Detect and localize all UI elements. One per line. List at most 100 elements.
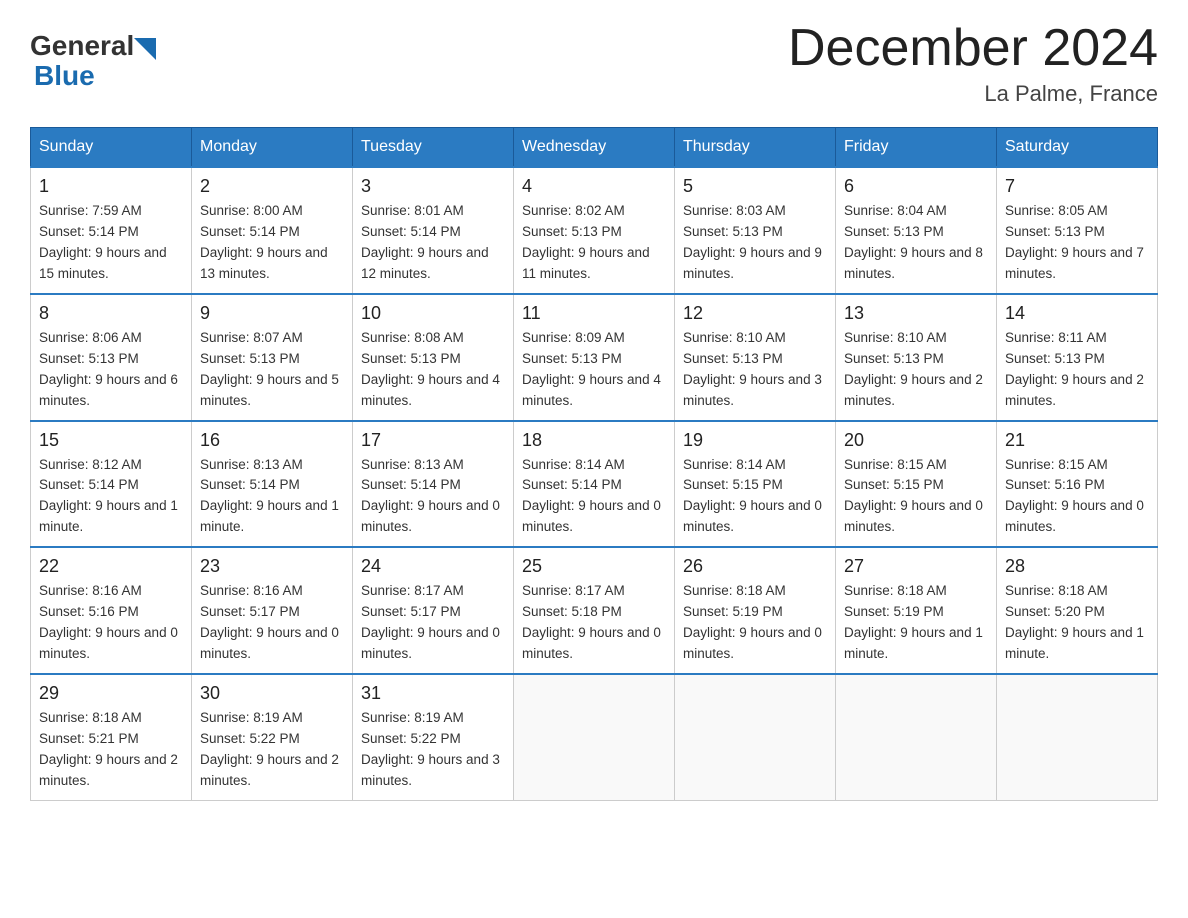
calendar-week-row: 8 Sunrise: 8:06 AM Sunset: 5:13 PM Dayli… xyxy=(31,294,1158,421)
logo: General Blue xyxy=(30,30,156,92)
sunset-label: Sunset: 5:22 PM xyxy=(200,731,300,746)
calendar-day-cell: 21 Sunrise: 8:15 AM Sunset: 5:16 PM Dayl… xyxy=(997,421,1158,548)
day-number: 29 xyxy=(39,683,183,704)
daylight-label: Daylight: 9 hours and 2 minutes. xyxy=(200,752,339,788)
sunset-label: Sunset: 5:13 PM xyxy=(522,224,622,239)
daylight-label: Daylight: 9 hours and 1 minute. xyxy=(1005,625,1144,661)
logo-blue-text: Blue xyxy=(34,60,95,92)
sunrise-label: Sunrise: 8:04 AM xyxy=(844,203,947,218)
calendar-day-cell: 2 Sunrise: 8:00 AM Sunset: 5:14 PM Dayli… xyxy=(192,167,353,294)
sunrise-label: Sunrise: 8:12 AM xyxy=(39,457,142,472)
daylight-label: Daylight: 9 hours and 3 minutes. xyxy=(683,372,822,408)
sunrise-label: Sunrise: 7:59 AM xyxy=(39,203,142,218)
sunrise-label: Sunrise: 8:14 AM xyxy=(522,457,625,472)
daylight-label: Daylight: 9 hours and 0 minutes. xyxy=(361,498,500,534)
sunrise-label: Sunrise: 8:13 AM xyxy=(200,457,303,472)
sunset-label: Sunset: 5:22 PM xyxy=(361,731,461,746)
sunrise-label: Sunrise: 8:13 AM xyxy=(361,457,464,472)
sunset-label: Sunset: 5:16 PM xyxy=(39,604,139,619)
sunset-label: Sunset: 5:14 PM xyxy=(361,477,461,492)
sunrise-label: Sunrise: 8:15 AM xyxy=(1005,457,1108,472)
sunset-label: Sunset: 5:14 PM xyxy=(522,477,622,492)
calendar-day-cell: 15 Sunrise: 8:12 AM Sunset: 5:14 PM Dayl… xyxy=(31,421,192,548)
day-info: Sunrise: 8:11 AM Sunset: 5:13 PM Dayligh… xyxy=(1005,328,1149,412)
day-number: 15 xyxy=(39,430,183,451)
day-number: 4 xyxy=(522,176,666,197)
daylight-label: Daylight: 9 hours and 5 minutes. xyxy=(200,372,339,408)
calendar-day-cell: 6 Sunrise: 8:04 AM Sunset: 5:13 PM Dayli… xyxy=(836,167,997,294)
calendar-day-cell: 8 Sunrise: 8:06 AM Sunset: 5:13 PM Dayli… xyxy=(31,294,192,421)
sunrise-label: Sunrise: 8:17 AM xyxy=(522,583,625,598)
day-number: 30 xyxy=(200,683,344,704)
sunset-label: Sunset: 5:13 PM xyxy=(844,224,944,239)
weekday-header-tuesday: Tuesday xyxy=(353,128,514,168)
day-number: 5 xyxy=(683,176,827,197)
daylight-label: Daylight: 9 hours and 0 minutes. xyxy=(39,625,178,661)
day-info: Sunrise: 8:18 AM Sunset: 5:21 PM Dayligh… xyxy=(39,708,183,792)
weekday-header-friday: Friday xyxy=(836,128,997,168)
calendar-day-cell: 27 Sunrise: 8:18 AM Sunset: 5:19 PM Dayl… xyxy=(836,547,997,674)
sunset-label: Sunset: 5:13 PM xyxy=(1005,351,1105,366)
day-number: 1 xyxy=(39,176,183,197)
main-title: December 2024 xyxy=(788,20,1158,77)
weekday-header-thursday: Thursday xyxy=(675,128,836,168)
day-info: Sunrise: 8:14 AM Sunset: 5:14 PM Dayligh… xyxy=(522,455,666,539)
weekday-header-wednesday: Wednesday xyxy=(514,128,675,168)
daylight-label: Daylight: 9 hours and 0 minutes. xyxy=(683,625,822,661)
sunrise-label: Sunrise: 8:09 AM xyxy=(522,330,625,345)
day-info: Sunrise: 8:07 AM Sunset: 5:13 PM Dayligh… xyxy=(200,328,344,412)
daylight-label: Daylight: 9 hours and 0 minutes. xyxy=(522,498,661,534)
daylight-label: Daylight: 9 hours and 11 minutes. xyxy=(522,245,650,281)
calendar-day-cell: 18 Sunrise: 8:14 AM Sunset: 5:14 PM Dayl… xyxy=(514,421,675,548)
calendar-day-cell: 13 Sunrise: 8:10 AM Sunset: 5:13 PM Dayl… xyxy=(836,294,997,421)
calendar-week-row: 15 Sunrise: 8:12 AM Sunset: 5:14 PM Dayl… xyxy=(31,421,1158,548)
title-block: December 2024 La Palme, France xyxy=(788,20,1158,107)
sunset-label: Sunset: 5:21 PM xyxy=(39,731,139,746)
day-info: Sunrise: 8:18 AM Sunset: 5:19 PM Dayligh… xyxy=(844,581,988,665)
calendar-day-cell: 14 Sunrise: 8:11 AM Sunset: 5:13 PM Dayl… xyxy=(997,294,1158,421)
day-info: Sunrise: 8:09 AM Sunset: 5:13 PM Dayligh… xyxy=(522,328,666,412)
day-info: Sunrise: 8:13 AM Sunset: 5:14 PM Dayligh… xyxy=(361,455,505,539)
calendar-day-cell: 28 Sunrise: 8:18 AM Sunset: 5:20 PM Dayl… xyxy=(997,547,1158,674)
day-info: Sunrise: 8:13 AM Sunset: 5:14 PM Dayligh… xyxy=(200,455,344,539)
daylight-label: Daylight: 9 hours and 0 minutes. xyxy=(200,625,339,661)
calendar-day-cell: 1 Sunrise: 7:59 AM Sunset: 5:14 PM Dayli… xyxy=(31,167,192,294)
daylight-label: Daylight: 9 hours and 15 minutes. xyxy=(39,245,167,281)
sunrise-label: Sunrise: 8:10 AM xyxy=(844,330,947,345)
day-info: Sunrise: 8:05 AM Sunset: 5:13 PM Dayligh… xyxy=(1005,201,1149,285)
day-info: Sunrise: 8:16 AM Sunset: 5:17 PM Dayligh… xyxy=(200,581,344,665)
subtitle: La Palme, France xyxy=(788,81,1158,107)
calendar-day-cell: 9 Sunrise: 8:07 AM Sunset: 5:13 PM Dayli… xyxy=(192,294,353,421)
day-number: 6 xyxy=(844,176,988,197)
day-info: Sunrise: 8:16 AM Sunset: 5:16 PM Dayligh… xyxy=(39,581,183,665)
sunset-label: Sunset: 5:13 PM xyxy=(683,224,783,239)
weekday-header-saturday: Saturday xyxy=(997,128,1158,168)
calendar-day-cell: 31 Sunrise: 8:19 AM Sunset: 5:22 PM Dayl… xyxy=(353,674,514,800)
sunrise-label: Sunrise: 8:17 AM xyxy=(361,583,464,598)
sunset-label: Sunset: 5:15 PM xyxy=(844,477,944,492)
calendar-day-cell: 12 Sunrise: 8:10 AM Sunset: 5:13 PM Dayl… xyxy=(675,294,836,421)
daylight-label: Daylight: 9 hours and 1 minute. xyxy=(200,498,339,534)
sunset-label: Sunset: 5:18 PM xyxy=(522,604,622,619)
calendar-day-cell: 29 Sunrise: 8:18 AM Sunset: 5:21 PM Dayl… xyxy=(31,674,192,800)
sunrise-label: Sunrise: 8:00 AM xyxy=(200,203,303,218)
daylight-label: Daylight: 9 hours and 1 minute. xyxy=(39,498,178,534)
calendar-day-cell: 17 Sunrise: 8:13 AM Sunset: 5:14 PM Dayl… xyxy=(353,421,514,548)
day-info: Sunrise: 8:19 AM Sunset: 5:22 PM Dayligh… xyxy=(361,708,505,792)
day-info: Sunrise: 8:17 AM Sunset: 5:17 PM Dayligh… xyxy=(361,581,505,665)
sunset-label: Sunset: 5:14 PM xyxy=(39,224,139,239)
day-info: Sunrise: 8:08 AM Sunset: 5:13 PM Dayligh… xyxy=(361,328,505,412)
sunrise-label: Sunrise: 8:08 AM xyxy=(361,330,464,345)
day-number: 9 xyxy=(200,303,344,324)
daylight-label: Daylight: 9 hours and 6 minutes. xyxy=(39,372,178,408)
day-number: 20 xyxy=(844,430,988,451)
calendar-day-cell: 3 Sunrise: 8:01 AM Sunset: 5:14 PM Dayli… xyxy=(353,167,514,294)
day-number: 22 xyxy=(39,556,183,577)
sunset-label: Sunset: 5:14 PM xyxy=(361,224,461,239)
day-info: Sunrise: 8:15 AM Sunset: 5:16 PM Dayligh… xyxy=(1005,455,1149,539)
calendar-day-cell xyxy=(836,674,997,800)
calendar-day-cell: 19 Sunrise: 8:14 AM Sunset: 5:15 PM Dayl… xyxy=(675,421,836,548)
daylight-label: Daylight: 9 hours and 3 minutes. xyxy=(361,752,500,788)
sunset-label: Sunset: 5:13 PM xyxy=(39,351,139,366)
sunset-label: Sunset: 5:13 PM xyxy=(522,351,622,366)
